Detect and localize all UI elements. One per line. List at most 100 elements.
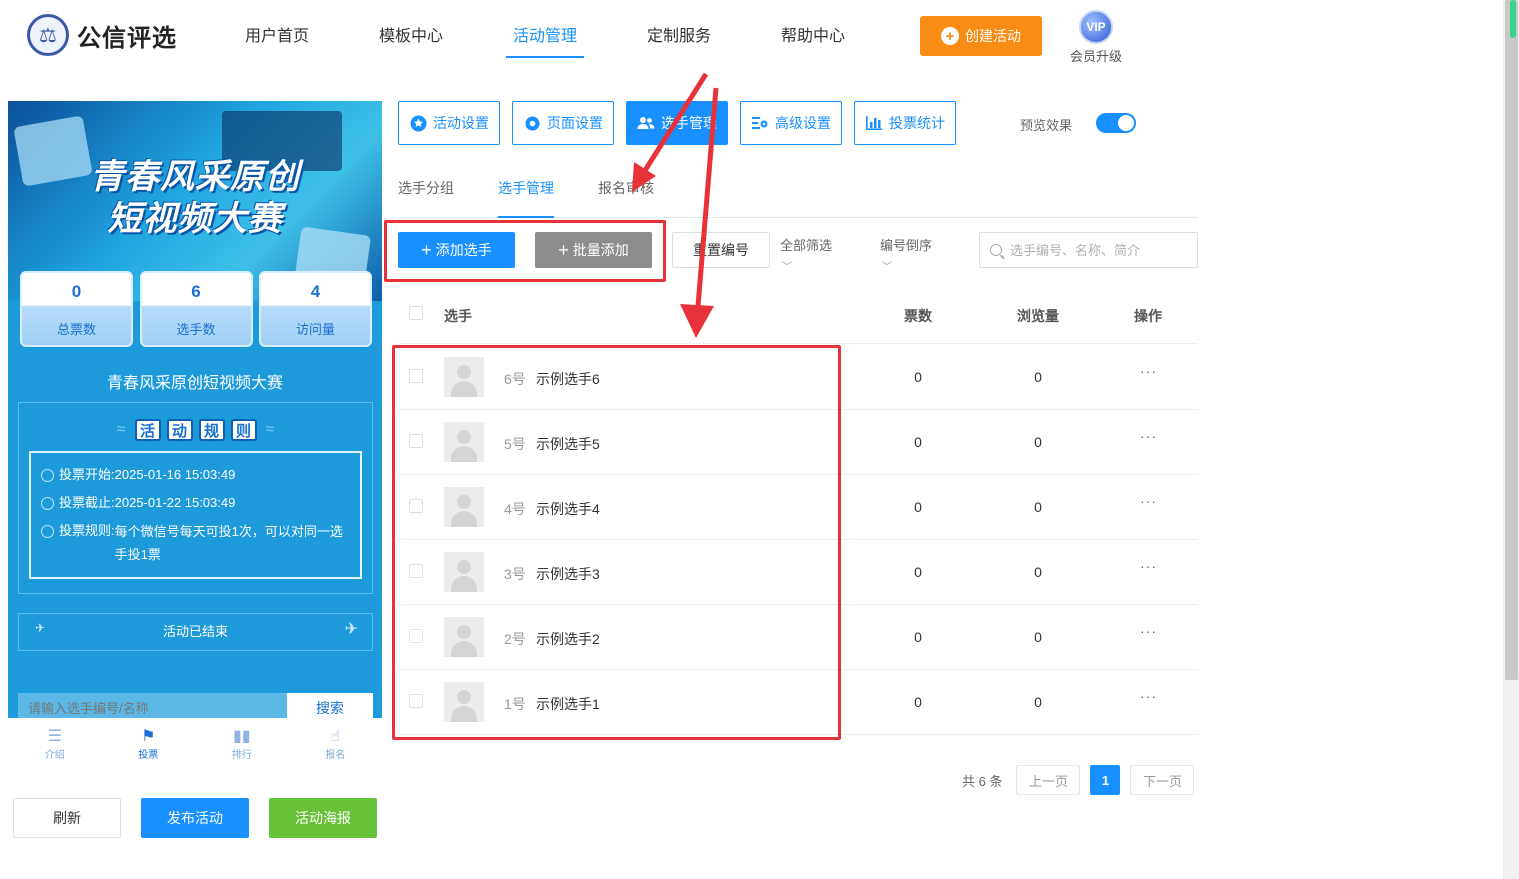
more-actions-icon[interactable]: ··· bbox=[1140, 558, 1157, 574]
rule-value: 2025-01-16 15:03:49 bbox=[114, 467, 236, 482]
tab-label: 介绍 bbox=[44, 750, 65, 761]
tab-intro[interactable]: ☰ 介绍 bbox=[8, 718, 102, 770]
create-activity-button[interactable]: + 创建活动 bbox=[920, 16, 1042, 56]
tab-vote[interactable]: ⚑ 投票 bbox=[102, 718, 196, 770]
rules-char: 动 bbox=[166, 419, 193, 441]
activity-status: ✈ 活动已结束 ✈ bbox=[18, 613, 373, 651]
current-page[interactable]: 1 bbox=[1090, 765, 1121, 795]
nav-custom-service[interactable]: 定制服务 bbox=[612, 0, 746, 70]
tab-signup[interactable]: ☝ 报名 bbox=[289, 718, 383, 770]
player-views: 0 bbox=[1034, 694, 1042, 710]
more-actions-icon[interactable]: ··· bbox=[1140, 363, 1157, 379]
rules-content: 投票开始: 2025-01-16 15:03:49 投票截止: 2025-01-… bbox=[29, 451, 362, 579]
player-sub-tabs: 选手分组 选手管理 报名审核 bbox=[398, 168, 1198, 218]
tab-label: 投票 bbox=[138, 750, 159, 761]
tab-page-settings[interactable]: 页面设置 bbox=[512, 101, 614, 145]
more-actions-icon[interactable]: ··· bbox=[1140, 688, 1157, 704]
chevron-down-icon: ﹀ bbox=[882, 262, 892, 273]
stat-label: 总票数 bbox=[56, 322, 96, 337]
subtab-player-management[interactable]: 选手管理 bbox=[498, 168, 554, 218]
tab-advanced-settings[interactable]: 高级设置 bbox=[740, 101, 842, 145]
subtab-signup-review[interactable]: 报名审核 bbox=[598, 168, 654, 217]
vip-upgrade[interactable]: VIP 会员升级 bbox=[1066, 10, 1126, 65]
filter-label: 全部筛选 bbox=[780, 238, 833, 253]
sliders-icon bbox=[751, 114, 769, 132]
tab-label: 页面设置 bbox=[547, 115, 603, 131]
tab-label: 活动设置 bbox=[433, 115, 489, 131]
status-text: 活动已结束 bbox=[162, 624, 228, 639]
more-actions-icon[interactable]: ··· bbox=[1140, 623, 1157, 639]
nav-home[interactable]: 用户首页 bbox=[210, 0, 344, 70]
stat-value: 6 bbox=[191, 282, 201, 301]
next-page-button[interactable]: 下一页 bbox=[1130, 765, 1195, 795]
clock-icon bbox=[41, 525, 54, 538]
create-activity-label: 创建活动 bbox=[965, 28, 1021, 44]
column-player: 选手 bbox=[444, 308, 472, 324]
pagination: 共 6 条 上一页 1 下一页 bbox=[962, 765, 1204, 795]
preview-toggle[interactable] bbox=[1096, 113, 1136, 133]
tab-label: 报名 bbox=[325, 750, 346, 761]
rule-policy: 投票规则: 每个微信号每天可投1次，可以对同一选手投1票 bbox=[41, 523, 350, 566]
tab-label: 排行 bbox=[231, 750, 252, 761]
plus-circle-icon: + bbox=[941, 27, 959, 45]
more-actions-icon[interactable]: ··· bbox=[1140, 493, 1157, 509]
refresh-button[interactable]: 刷新 bbox=[13, 798, 121, 838]
stat-label: 访问量 bbox=[295, 322, 335, 337]
clock-icon bbox=[41, 469, 54, 482]
rules-char: 规 bbox=[198, 419, 225, 441]
phone-preview: 青春风采原创 短视频大赛 0 总票数 6 选手数 4 访问量 青春风采原创短视频… bbox=[8, 101, 382, 718]
sort-dropdown[interactable]: 编号倒序 ﹀ bbox=[880, 235, 932, 273]
sort-label: 编号倒序 bbox=[880, 238, 933, 253]
prev-page-button[interactable]: 上一页 bbox=[1016, 765, 1081, 795]
preview-actions: 刷新 发布活动 活动海报 bbox=[13, 798, 397, 838]
settings-tabs: 活动设置 页面设置 选手管理 高级设置 投票统计 bbox=[398, 101, 968, 145]
player-votes: 0 bbox=[914, 694, 922, 710]
rules-heading: ≈ 活 动 规 则 ≈ bbox=[19, 419, 372, 441]
player-search-input[interactable] bbox=[1010, 242, 1190, 258]
stats-row: 0 总票数 6 选手数 4 访问量 bbox=[20, 271, 372, 347]
stat-label: 选手数 bbox=[176, 322, 216, 337]
annotation-box-toolbar bbox=[384, 220, 666, 282]
subtab-player-groups[interactable]: 选手分组 bbox=[398, 168, 454, 217]
stat-value: 4 bbox=[310, 282, 321, 301]
tab-ranking[interactable]: ▮▮ 排行 bbox=[195, 718, 289, 770]
player-views: 0 bbox=[1034, 434, 1042, 450]
phone-tabbar: ☰ 介绍 ⚑ 投票 ▮▮ 排行 ☝ 报名 bbox=[8, 718, 382, 770]
star-circle-icon bbox=[409, 114, 427, 132]
tab-activity-settings[interactable]: 活动设置 bbox=[398, 101, 500, 145]
rules-box: ≈ 活 动 规 则 ≈ 投票开始: 2025-01-16 15:03:49 投票… bbox=[18, 402, 373, 594]
tab-vote-statistics[interactable]: 投票统计 bbox=[854, 101, 956, 145]
banner-title-line1: 青春风采原创 bbox=[90, 158, 300, 196]
tab-label: 高级设置 bbox=[775, 115, 831, 131]
document-icon: ☰ bbox=[47, 728, 62, 745]
logo[interactable]: ⚖ 公信评选 bbox=[27, 14, 177, 56]
page-scrollbar-thumb[interactable] bbox=[1505, 0, 1518, 680]
rule-label: 投票规则: bbox=[59, 523, 115, 538]
main-nav: 用户首页 模板中心 活动管理 定制服务 帮助中心 bbox=[210, 0, 880, 70]
stat-value: 0 bbox=[71, 282, 82, 301]
nav-activity-management[interactable]: 活动管理 bbox=[478, 0, 612, 70]
phone-search-input[interactable] bbox=[18, 693, 287, 718]
filter-dropdown[interactable]: 全部筛选 ﹀ bbox=[780, 235, 832, 273]
nav-help[interactable]: 帮助中心 bbox=[746, 0, 880, 70]
flag-icon: ⚑ bbox=[141, 728, 156, 745]
player-views: 0 bbox=[1034, 564, 1042, 580]
scales-logo-icon: ⚖ bbox=[27, 14, 69, 56]
bird-icon: ✈ bbox=[344, 621, 358, 638]
phone-search-button[interactable]: 搜索 bbox=[287, 693, 373, 718]
player-views: 0 bbox=[1034, 369, 1042, 385]
select-all-checkbox[interactable] bbox=[409, 306, 423, 320]
more-actions-icon[interactable]: ··· bbox=[1140, 428, 1157, 444]
banner-title-line2: 短视频大赛 bbox=[107, 200, 283, 238]
player-search bbox=[979, 232, 1198, 268]
phone-search-bar: 搜索 bbox=[18, 693, 373, 718]
users-icon bbox=[637, 114, 655, 132]
tab-player-management[interactable]: 选手管理 bbox=[626, 101, 728, 145]
stat-players: 6 选手数 bbox=[139, 271, 253, 347]
publish-activity-button[interactable]: 发布活动 bbox=[141, 798, 249, 838]
activity-poster-button[interactable]: 活动海报 bbox=[269, 798, 377, 838]
reset-numbering-button[interactable]: 重置编号 bbox=[672, 232, 770, 268]
nav-templates[interactable]: 模板中心 bbox=[344, 0, 478, 70]
player-views: 0 bbox=[1034, 499, 1042, 515]
annotation-box-player-list bbox=[392, 345, 841, 740]
